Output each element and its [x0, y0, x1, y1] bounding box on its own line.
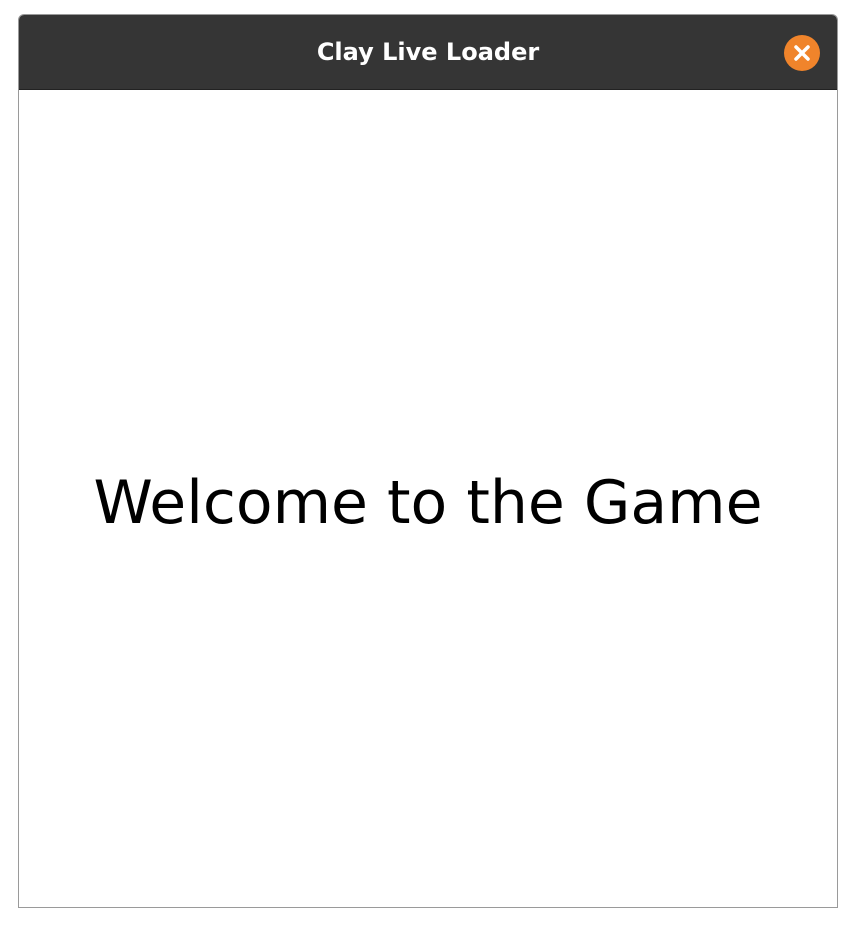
close-button[interactable]: [784, 35, 820, 71]
app-window: Clay Live Loader Welcome to the Game: [18, 14, 838, 908]
game-canvas[interactable]: Welcome to the Game: [19, 90, 837, 907]
window-title: Clay Live Loader: [316, 38, 540, 66]
title-bar[interactable]: Clay Live Loader: [19, 15, 837, 90]
welcome-text: Welcome to the Game: [93, 468, 763, 538]
close-icon: [794, 45, 810, 61]
